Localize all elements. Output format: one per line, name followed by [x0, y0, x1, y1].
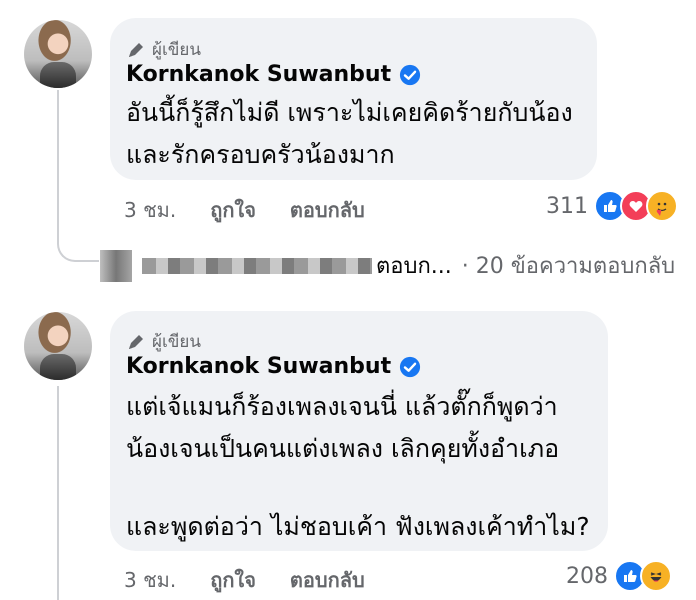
author-badge: ผู้เขียน: [126, 328, 201, 355]
author-tag-label: ผู้เขียน: [152, 332, 201, 352]
blurred-avatar: [100, 249, 132, 282]
like-button[interactable]: ถูกใจ: [210, 194, 256, 226]
reply-button[interactable]: ตอบกลับ: [290, 194, 365, 226]
comment-author-name[interactable]: Kornkanok Suwanbut: [126, 62, 391, 87]
reaction-summary[interactable]: 208: [566, 560, 672, 592]
comment-text-line: และพูดต่อว่า ไม่ชอบเค้า ฟังเพลงเค้าทำไม?: [126, 512, 590, 541]
thread-line: [57, 90, 59, 240]
reaction-summary[interactable]: 311: [546, 190, 678, 222]
comment-text-line: แต่เจ้แมนก็ร้องเพลงเจนนี่ แล้วตั๊กก็พูดว…: [126, 392, 558, 421]
reaction-count: 311: [546, 193, 588, 219]
verified-badge-icon: [400, 64, 421, 85]
comment-timestamp[interactable]: 3 ชม.: [124, 564, 176, 596]
comment-timestamp[interactable]: 3 ชม.: [124, 194, 176, 226]
blurred-name: [142, 257, 372, 274]
avatar[interactable]: [24, 20, 92, 88]
thread-line: [57, 386, 59, 600]
comment-text-line: อันนี้ก็รู้สึกไม่ดี เพราะไม่เคยคิดร้ายกั…: [126, 98, 573, 127]
comment-text-line: และรักครอบครัวน้องมาก: [126, 140, 395, 169]
comment-author-name[interactable]: Kornkanok Suwanbut: [126, 354, 391, 379]
thread-line-curve: [57, 238, 99, 262]
pen-icon: [129, 42, 143, 57]
haha-icon: [640, 560, 672, 592]
replies-preview[interactable]: ตอบก... · 20 ข้อความตอบกลับ: [100, 248, 675, 283]
reaction-count: 208: [566, 563, 608, 589]
reply-preview-text[interactable]: ตอบก...: [376, 248, 452, 283]
reply-button[interactable]: ตอบกลับ: [290, 564, 365, 596]
verified-badge-icon: [400, 356, 421, 377]
author-tag-label: ผู้เขียน: [152, 40, 201, 60]
reply-count-link[interactable]: · 20 ข้อความตอบกลับ: [462, 248, 675, 283]
care-icon: [646, 190, 678, 222]
pen-icon: [129, 334, 143, 349]
avatar[interactable]: [24, 312, 92, 380]
like-button[interactable]: ถูกใจ: [210, 564, 256, 596]
author-badge: ผู้เขียน: [126, 36, 201, 63]
comment-text-line: น้องเจนเป็นคนแต่งเพลง เลิกคุยทั้งอำเภอ: [126, 434, 560, 463]
